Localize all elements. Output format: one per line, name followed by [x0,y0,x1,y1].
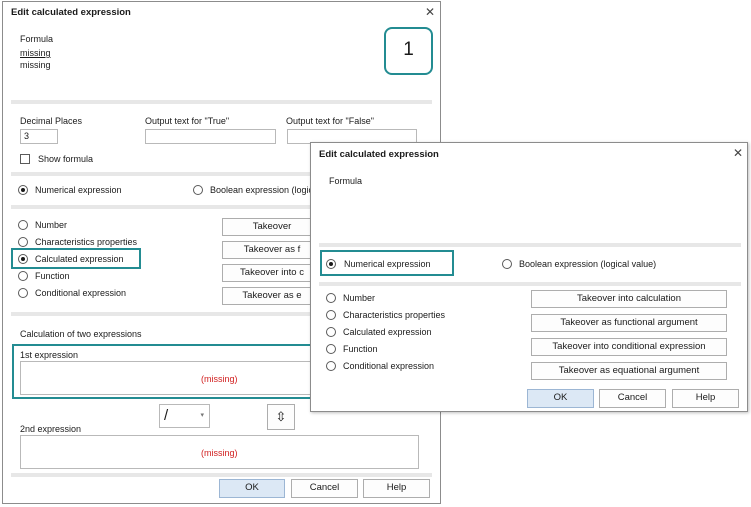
boolean-expression-radio[interactable] [502,259,512,269]
help-button[interactable]: Help [672,389,739,408]
type-radio-conditional[interactable] [326,361,336,371]
type-label-function: Function [35,271,70,281]
calculation-label: Calculation of two expressions [20,329,142,339]
decimal-places-input[interactable]: 3 [20,129,58,144]
help-button[interactable]: Help [363,479,430,498]
separator [319,282,741,286]
takeover-functional-button[interactable]: Takeover as f [222,241,322,259]
cancel-button[interactable]: Cancel [599,389,666,408]
type-radio-conditional[interactable] [18,288,28,298]
type-label-conditional: Conditional expression [343,361,435,371]
takeover-calculation-button[interactable]: Takeover [222,218,322,236]
type-label-function: Function [343,344,378,354]
separator [319,243,741,247]
type-radio-calculated[interactable] [326,327,336,337]
takeover-conditional-button[interactable]: Takeover into conditional expression [531,338,727,356]
type-label-conditional: Conditional expression [35,288,127,298]
first-expression-label: 1st expression [20,350,79,360]
numerical-expression-label: Numerical expression [344,259,431,269]
takeover-equational-button[interactable]: Takeover as equational argument [531,362,727,380]
swap-expressions-button[interactable]: ⇳ [267,404,295,430]
step-badge: 1 [384,27,433,75]
type-label-number: Number [35,220,68,230]
type-radio-function[interactable] [326,344,336,354]
first-expression-value: (missing) [201,374,238,384]
decimal-places-label: Decimal Places [20,116,83,126]
front-dialog: Edit calculated expression ✕ Formula Num… [310,142,748,412]
up-down-arrow-icon: ⇳ [275,409,287,424]
type-label-calculated: Calculated expression [343,327,432,337]
numerical-expression-label: Numerical expression [35,185,122,195]
output-false-label: Output text for "False" [286,116,374,126]
decimal-places-value: 3 [24,131,30,141]
formula-label: Formula [20,34,54,44]
second-expression-label: 2nd expression [20,424,82,434]
takeover-equational-button[interactable]: Takeover as e [222,287,322,305]
type-label-characteristics: Characteristics properties [343,310,446,320]
show-formula-checkbox[interactable] [20,154,30,164]
separator [11,100,432,104]
output-true-input[interactable] [145,129,276,144]
formula-label: Formula [329,176,363,186]
numerical-expression-radio[interactable] [18,185,28,195]
boolean-expression-label: Boolean expression (logical value) [519,259,657,269]
takeover-conditional-button[interactable]: Takeover into c [222,264,322,282]
operator-select[interactable]: / ▾ [159,404,210,428]
second-expression-value: (missing) [201,448,238,458]
first-expression-field[interactable] [20,361,320,395]
type-radio-number[interactable] [18,220,28,230]
calculated-expression-highlight [11,248,141,269]
takeover-calculation-button[interactable]: Takeover into calculation [531,290,727,308]
ok-button[interactable]: OK [219,479,285,498]
chevron-down-icon: ▾ [200,412,204,419]
type-label-characteristics: Characteristics properties [35,237,138,247]
formula-text: missing [20,60,51,70]
output-true-label: Output text for "True" [145,116,230,126]
close-icon[interactable]: ✕ [733,146,743,160]
takeover-functional-button[interactable]: Takeover as functional argument [531,314,727,332]
formula-link[interactable]: missing [20,48,51,58]
type-radio-characteristics[interactable] [18,237,28,247]
front-dialog-title: Edit calculated expression [319,149,439,160]
type-label-number: Number [343,293,376,303]
numerical-expression-radio[interactable] [326,259,336,269]
ok-button[interactable]: OK [527,389,594,408]
show-formula-label: Show formula [38,154,94,164]
operator-value: / [164,407,169,424]
separator [11,473,432,477]
type-radio-function[interactable] [18,271,28,281]
boolean-expression-label: Boolean expression (logic [210,185,314,195]
type-radio-number[interactable] [326,293,336,303]
back-dialog-title: Edit calculated expression [11,7,131,18]
close-icon[interactable]: ✕ [425,5,435,19]
type-radio-characteristics[interactable] [326,310,336,320]
cancel-button[interactable]: Cancel [291,479,358,498]
boolean-expression-radio[interactable] [193,185,203,195]
